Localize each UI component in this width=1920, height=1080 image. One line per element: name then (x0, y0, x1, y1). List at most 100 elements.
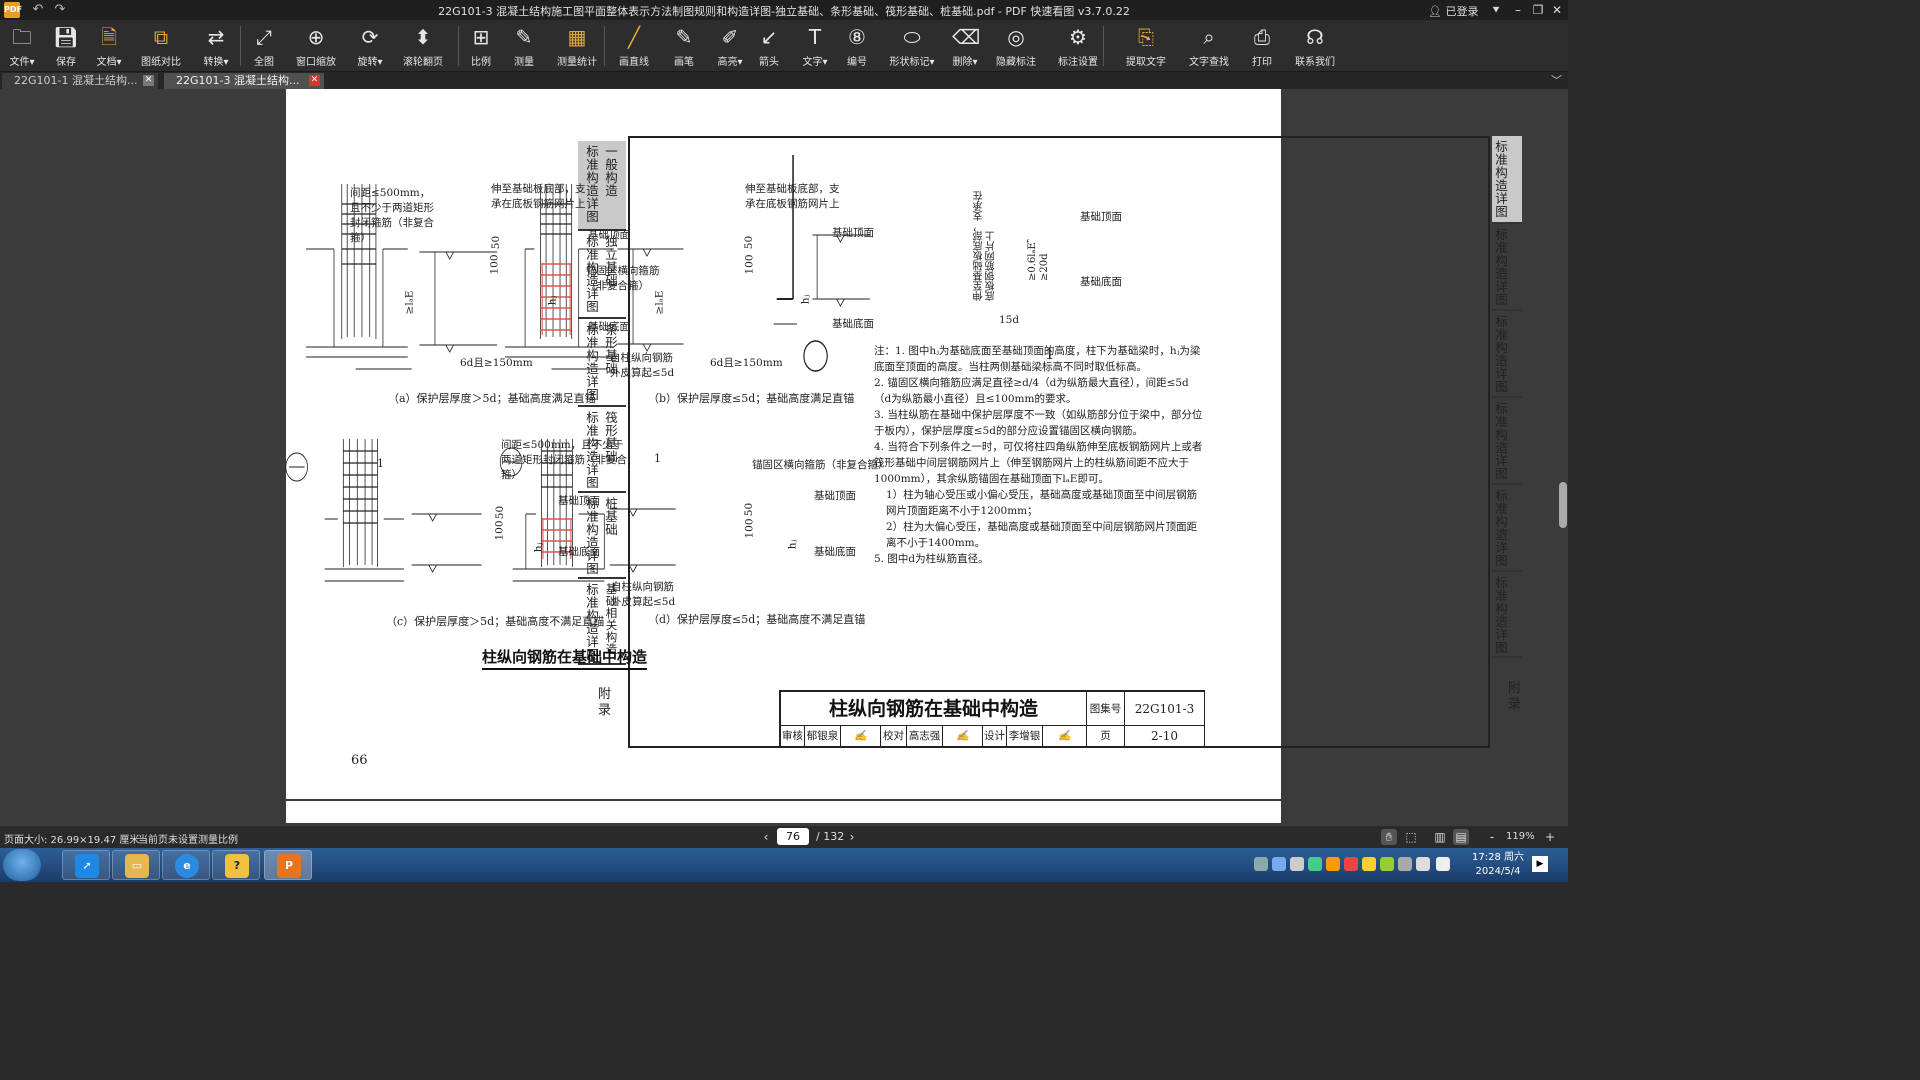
tray-keyboard-icon[interactable] (1254, 857, 1268, 871)
prev-page-icon[interactable]: ‹ (758, 829, 774, 845)
tray-settings-icon[interactable] (1290, 857, 1304, 871)
toolbar-search-button[interactable]: ⌕ 文字查找 (1185, 24, 1233, 70)
note-2: 2. 锚固区横向箍筋应满足直径≥d/4（d为纵筋最大直径），间距≤5d（d为纵筋… (874, 377, 1189, 405)
app-window: PDF ↶ ↷ 22G101-3 混凝土结构施工图平面整体表示方法制图规则和构造… (0, 0, 1568, 882)
toolbar-convert-button[interactable]: ⇄ 转换▾ (192, 24, 240, 70)
label-lae-a: ≥lₐE (403, 290, 416, 315)
tray-volume-icon[interactable] (1436, 857, 1450, 871)
window-title: 22G101-3 混凝土结构施工图平面整体表示方法制图规则和构造详图-独立基础、… (438, 5, 1130, 18)
next-page-icon[interactable]: › (844, 829, 860, 845)
select-tool-icon[interactable]: ⬚ (1403, 829, 1419, 845)
review-label: 审核 (781, 726, 805, 747)
taskbar-help[interactable]: ? (212, 850, 260, 880)
shape-mark-icon: ⬭ (903, 25, 921, 49)
tab-bar: 22G101-1 混凝土结构... ✕ 22G101-3 混凝土结构... ✕ … (0, 72, 1568, 89)
toolbar-document-button[interactable]: 🗎︎ 文档▾ (85, 24, 133, 70)
tab-document-2[interactable]: 22G101-3 混凝土结构... ✕ (164, 73, 324, 89)
sheet-page-number: 2-10 (1125, 726, 1205, 747)
dim-100-c: 100 (493, 520, 506, 541)
tray-app2-icon[interactable] (1326, 857, 1340, 871)
continuous-view-icon[interactable]: ▤ (1453, 829, 1469, 845)
toolbar-rotate-button[interactable]: ⟳ 旋转▾ (346, 24, 394, 70)
scale-icon: ⊞ (472, 25, 490, 49)
measure-icon: ✎ (515, 25, 533, 49)
label-hj-b: hⱼ (799, 294, 812, 305)
toolbar-line-button[interactable]: ╱ 画直线 (610, 24, 658, 70)
toolbar-arrow-button[interactable]: ↙ 箭头 (745, 24, 793, 70)
close-window-button[interactable]: ✕ (1546, 0, 1568, 20)
toolbar-extract-text-button[interactable]: ⎘ 提取文字 (1122, 24, 1170, 70)
toolbar: 🗀︎ 文件▾ 💾︎ 保存 🗎︎ 文档▾ ⧉ 图纸对比 ⇄ 转换▾ ⤢ 全图 ⊕ 窗口缩放 ⟳ 旋转▾ ⬍ 滚轮翻页… (0, 20, 1568, 72)
toolbar-text-button[interactable]: T 文字▾ (791, 24, 839, 70)
toolbar-pen-button[interactable]: ✎ 画笔 (660, 24, 708, 70)
label-15d: 15d (999, 314, 1020, 326)
tray-app5-icon[interactable] (1380, 857, 1394, 871)
minimize-button[interactable]: – (1507, 0, 1529, 20)
taskbar-pdf-viewer[interactable]: P (264, 850, 312, 880)
zoom-out-button[interactable]: - (1484, 829, 1500, 845)
toolbar-save-button[interactable]: 💾︎ 保存 (42, 24, 90, 70)
designer-signature: ✍ (1043, 726, 1087, 747)
taskbar-app-1[interactable]: ➚ (62, 850, 110, 880)
dim-50-d: 50 (743, 502, 756, 517)
toolbar-number-button[interactable]: ⑧ 编号 (833, 24, 881, 70)
tray-network-icon[interactable] (1416, 857, 1430, 871)
tray-app3-icon[interactable] (1344, 857, 1358, 871)
single-page-view-icon[interactable]: ▥ (1432, 829, 1448, 845)
toolbar-scale-button[interactable]: ⊞ 比例 (457, 24, 505, 70)
taskbar-browser[interactable]: e (162, 850, 210, 880)
hand-tool-icon[interactable]: ✋︎ (1381, 829, 1397, 845)
menu-dropdown-icon[interactable]: ⯆ (1485, 0, 1507, 20)
page-number-input[interactable]: 76 (777, 828, 809, 845)
zoom-in-button[interactable]: + (1542, 829, 1558, 845)
toolbar-headset-button[interactable]: ☊ 联系我们 (1291, 24, 1339, 70)
toolbar-measure-stats-button[interactable]: ▦ 测量统计 (553, 24, 601, 70)
toolbar-eraser-button[interactable]: ⌫ 删除▾ (941, 24, 989, 70)
login-status[interactable]: 👤︎ 已登录 (1428, 3, 1478, 19)
tray-help-icon[interactable] (1272, 857, 1286, 871)
notes-block: 注：1. 图中hⱼ为基础底面至基础顶面的高度，柱下为基础梁时，hⱼ为梁底面至顶面… (874, 343, 1204, 567)
side-tab-label: 标准构造详图 (1495, 575, 1508, 655)
toolbar-measure-button[interactable]: ✎ 测量 (500, 24, 548, 70)
tray-app4-icon[interactable] (1362, 857, 1376, 871)
circle-ref-d: 1 (654, 452, 661, 465)
toolbar-label: 保存 (56, 57, 76, 68)
toolbar-mouse-wheel-button[interactable]: ⬍ 滚轮翻页 (399, 24, 447, 70)
taskbar-explorer[interactable]: ▭ (112, 850, 160, 880)
document-viewer[interactable]: 标准构造详图 一般构造 标准构造详图 独立基础 标准构造详图 条形基础 标准构造… (0, 89, 1568, 826)
toolbar-print-button[interactable]: ⎙ 打印 (1238, 24, 1286, 70)
toolbar-fit-all-button[interactable]: ⤢ 全图 (240, 24, 288, 70)
caption-a: （a）保护层厚度＞5d；基础高度满足直锚 (388, 392, 596, 405)
toolbar-hide-annotation-button[interactable]: ◎ 隐藏标注 (992, 24, 1040, 70)
toolbar-shape-mark-button[interactable]: ⬭ 形状标记▾ (888, 24, 936, 70)
start-button[interactable] (3, 849, 41, 881)
eraser-icon: ⌫ (952, 25, 981, 49)
scale-status-text: 当前页未设置测量比例 (138, 835, 238, 846)
tab-close-icon[interactable]: ✕ (309, 75, 320, 86)
number-icon: ⑧ (848, 25, 866, 49)
label-6d-a: 6d且≥150mm (460, 357, 533, 369)
toolbar-compare-button[interactable]: ⧉ 图纸对比 (137, 24, 185, 70)
design-label: 设计 (983, 726, 1007, 747)
pdf-page: 标准构造详图 一般构造 标准构造详图 独立基础 标准构造详图 条形基础 标准构造… (285, 89, 1522, 799)
tray-app-icon[interactable] (1308, 857, 1322, 871)
taskbar-clock[interactable]: 17:28 周六 2024/5/4 (1466, 851, 1530, 879)
tray-volume-mute-icon[interactable] (1398, 857, 1412, 871)
annotation-settings-icon: ⚙︎ (1069, 25, 1087, 49)
toolbar-separator (1103, 26, 1104, 66)
tab-list-chevron-icon[interactable]: ﹀ (1551, 72, 1562, 88)
vertical-scrollbar-thumb[interactable] (1559, 482, 1567, 528)
toolbar-annotation-settings-button[interactable]: ⚙︎ 标注设置 (1054, 24, 1102, 70)
tab-document-1[interactable]: 22G101-1 混凝土结构... ✕ (2, 73, 158, 89)
appendix-label-right: 附录 (1508, 681, 1522, 712)
note-3: 3. 当柱纵筋在基础中保护层厚度不一致（如纵筋部分位于梁中，部分位于板内），保护… (874, 409, 1203, 437)
label-hj-d: hⱼ (786, 539, 799, 550)
toolbar-zoom-window-button[interactable]: ⊕ 窗口缩放 (292, 24, 340, 70)
tab-close-icon[interactable]: ✕ (143, 75, 154, 86)
compare-icon: ⧉ (153, 25, 169, 49)
reviewer-name: 郁银泉 (805, 726, 841, 747)
total-pages-text: / 132 (816, 830, 845, 843)
page-size-text: 页面大小: 26.99×19.47 厘米 (4, 835, 140, 846)
show-desktop-icon[interactable]: ▶ (1532, 856, 1548, 872)
toolbar-folder-button[interactable]: 🗀︎ 文件▾ (0, 24, 46, 70)
